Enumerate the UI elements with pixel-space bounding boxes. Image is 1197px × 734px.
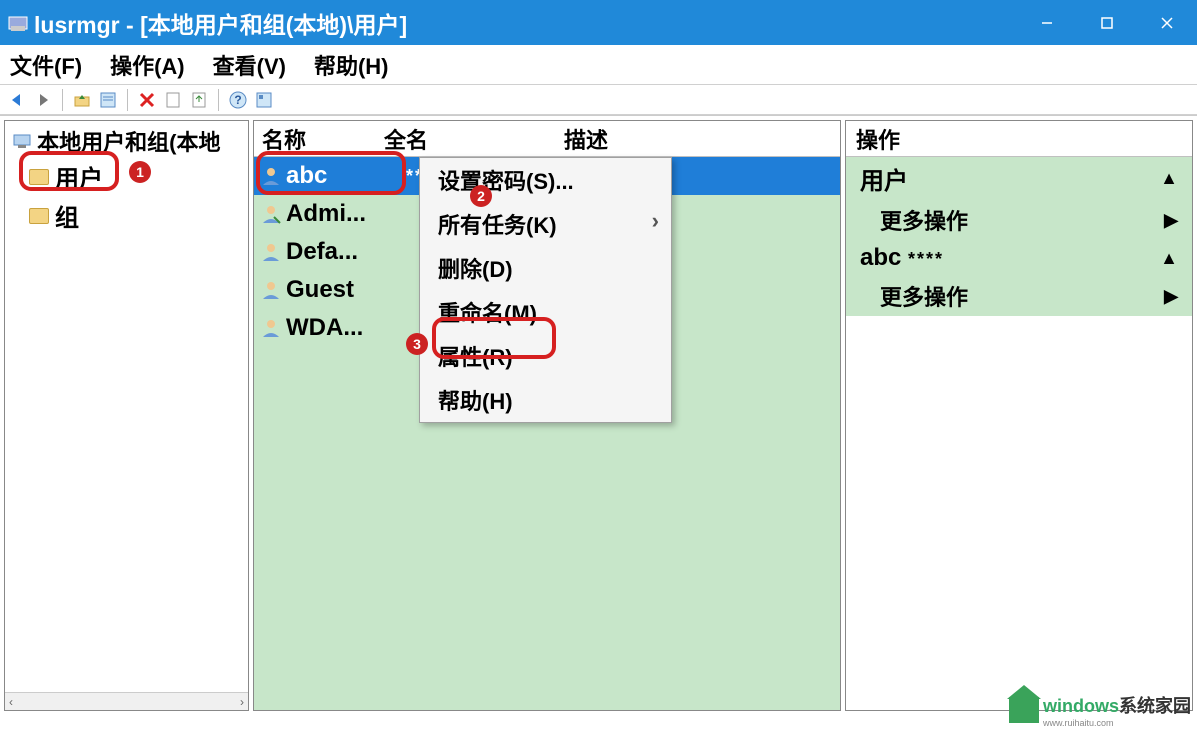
menu-view[interactable]: 查看(V) [213, 49, 286, 81]
user-icon [260, 241, 282, 263]
properties-icon[interactable] [97, 89, 119, 111]
column-name[interactable]: 名称 [254, 123, 384, 155]
user-icon [260, 317, 282, 339]
chevron-up-icon: ▲ [1160, 168, 1178, 189]
ctx-help[interactable]: 帮助(H) [420, 378, 671, 422]
menu-bar: 文件(F) 操作(A) 查看(V) 帮助(H) [0, 45, 1197, 85]
forward-icon[interactable] [32, 89, 54, 111]
tree-item-users[interactable]: 用户 [5, 157, 248, 196]
ctx-all-tasks[interactable]: 所有任务(K) [420, 202, 671, 246]
list-header: 名称 全名 描述 [254, 121, 840, 157]
ctx-properties[interactable]: 属性(R) [420, 334, 671, 378]
context-menu: 设置密码(S)... 所有任务(K) 删除(D) 重命名(M) 属性(R) 帮助… [419, 157, 672, 423]
ctx-set-password[interactable]: 设置密码(S)... [420, 158, 671, 202]
chevron-up-icon: ▲ [1160, 248, 1178, 269]
tree-root[interactable]: 本地用户和组(本地 [5, 121, 248, 157]
action-abc-title[interactable]: abc **** ▲ [846, 240, 1192, 276]
main-area: 本地用户和组(本地 用户 组 1 ‹› 名称 全名 描述 abc **** [0, 115, 1197, 715]
close-button[interactable] [1137, 0, 1197, 45]
app-icon [8, 13, 28, 33]
help-icon[interactable]: ? [227, 89, 249, 111]
watermark: windows系统家园 www.ruihaitu.com [1009, 692, 1191, 728]
maximize-button[interactable] [1077, 0, 1137, 45]
ctx-delete[interactable]: 删除(D) [420, 246, 671, 290]
svg-text:?: ? [234, 93, 241, 107]
house-icon [1009, 697, 1039, 723]
column-description[interactable]: 描述 [564, 123, 840, 155]
menu-action[interactable]: 操作(A) [110, 49, 185, 81]
action-section-users: 用户 ▲ 更多操作 ▶ abc **** ▲ 更多操作 ▶ [846, 157, 1192, 316]
user-icon [260, 279, 282, 301]
back-icon[interactable] [6, 89, 28, 111]
computer-icon [13, 130, 31, 148]
menu-help[interactable]: 帮助(H) [314, 49, 389, 81]
tree-item-groups[interactable]: 组 [5, 196, 248, 235]
action-header: 操作 [846, 121, 1192, 157]
list-pane: 名称 全名 描述 abc **** Admi... 机(域)的... Defa.… [253, 120, 841, 711]
ctx-rename[interactable]: 重命名(M) [420, 290, 671, 334]
tree-scrollbar[interactable]: ‹› [5, 692, 248, 710]
user-icon [260, 203, 282, 225]
title-bar: lusrmgr - [本地用户和组(本地)\用户] [0, 0, 1197, 45]
action-more-1[interactable]: 更多操作 ▶ [846, 200, 1192, 240]
window-title: lusrmgr - [本地用户和组(本地)\用户] [34, 6, 407, 40]
action-pane: 操作 用户 ▲ 更多操作 ▶ abc **** ▲ 更多操作 ▶ [845, 120, 1193, 711]
delete-icon[interactable] [136, 89, 158, 111]
view-icon[interactable] [253, 89, 275, 111]
column-fullname[interactable]: 全名 [384, 123, 564, 155]
chevron-right-icon: ▶ [1164, 210, 1178, 231]
folder-icon [29, 169, 49, 185]
action-more-2[interactable]: 更多操作 ▶ [846, 276, 1192, 316]
up-folder-icon[interactable] [71, 89, 93, 111]
toolbar: ? [0, 85, 1197, 115]
action-users-title[interactable]: 用户 ▲ [846, 157, 1192, 200]
user-icon [260, 165, 282, 187]
menu-file[interactable]: 文件(F) [10, 49, 82, 81]
page-icon[interactable] [162, 89, 184, 111]
export-icon[interactable] [188, 89, 210, 111]
tree-pane: 本地用户和组(本地 用户 组 1 ‹› [4, 120, 249, 711]
list-body: abc **** Admi... 机(域)的... Defa... 的用户帐..… [254, 157, 840, 347]
chevron-right-icon: ▶ [1164, 286, 1178, 307]
minimize-button[interactable] [1017, 0, 1077, 45]
folder-icon [29, 208, 49, 224]
